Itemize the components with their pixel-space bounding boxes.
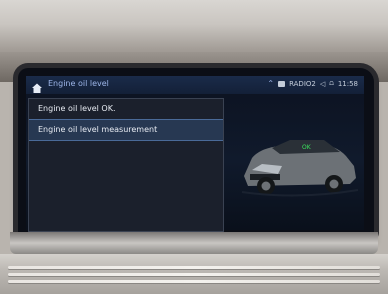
vent-slat bbox=[8, 280, 380, 283]
popup-item-oil-ok[interactable]: Engine oil level OK. bbox=[29, 99, 223, 119]
clock: 11:58 bbox=[337, 79, 358, 88]
vehicle-illustration: OK bbox=[232, 114, 362, 206]
radio-icon bbox=[278, 80, 286, 87]
oil-level-indicator: OK bbox=[302, 144, 311, 151]
display-bezel bbox=[10, 232, 378, 254]
status-area: ⌃ RADIO2 ◁ ⩍ 11:58 bbox=[267, 79, 358, 88]
vent-slat bbox=[8, 273, 380, 276]
infotainment-display: Engine oil level ⌃ RADIO2 ◁ ⩍ 11:58 Engi… bbox=[18, 68, 374, 238]
chevron-up-icon[interactable]: ⌃ bbox=[267, 79, 274, 88]
status-bar: Engine oil level ⌃ RADIO2 ◁ ⩍ 11:58 bbox=[26, 76, 364, 94]
oil-level-popup: Engine oil level OK. Engine oil level me… bbox=[28, 98, 224, 232]
user-icon: ⩍ bbox=[329, 79, 334, 87]
display-screen: Engine oil level ⌃ RADIO2 ◁ ⩍ 11:58 Engi… bbox=[26, 76, 364, 232]
audio-source-label: RADIO2 bbox=[289, 79, 316, 88]
home-icon[interactable] bbox=[31, 79, 43, 93]
popup-item-oil-measurement[interactable]: Engine oil level measurement bbox=[29, 119, 223, 141]
phone-signal-icon: ◁ bbox=[319, 79, 326, 88]
screen-title: Engine oil level bbox=[48, 79, 109, 88]
air-vent bbox=[8, 266, 380, 288]
vent-slat bbox=[8, 266, 380, 269]
